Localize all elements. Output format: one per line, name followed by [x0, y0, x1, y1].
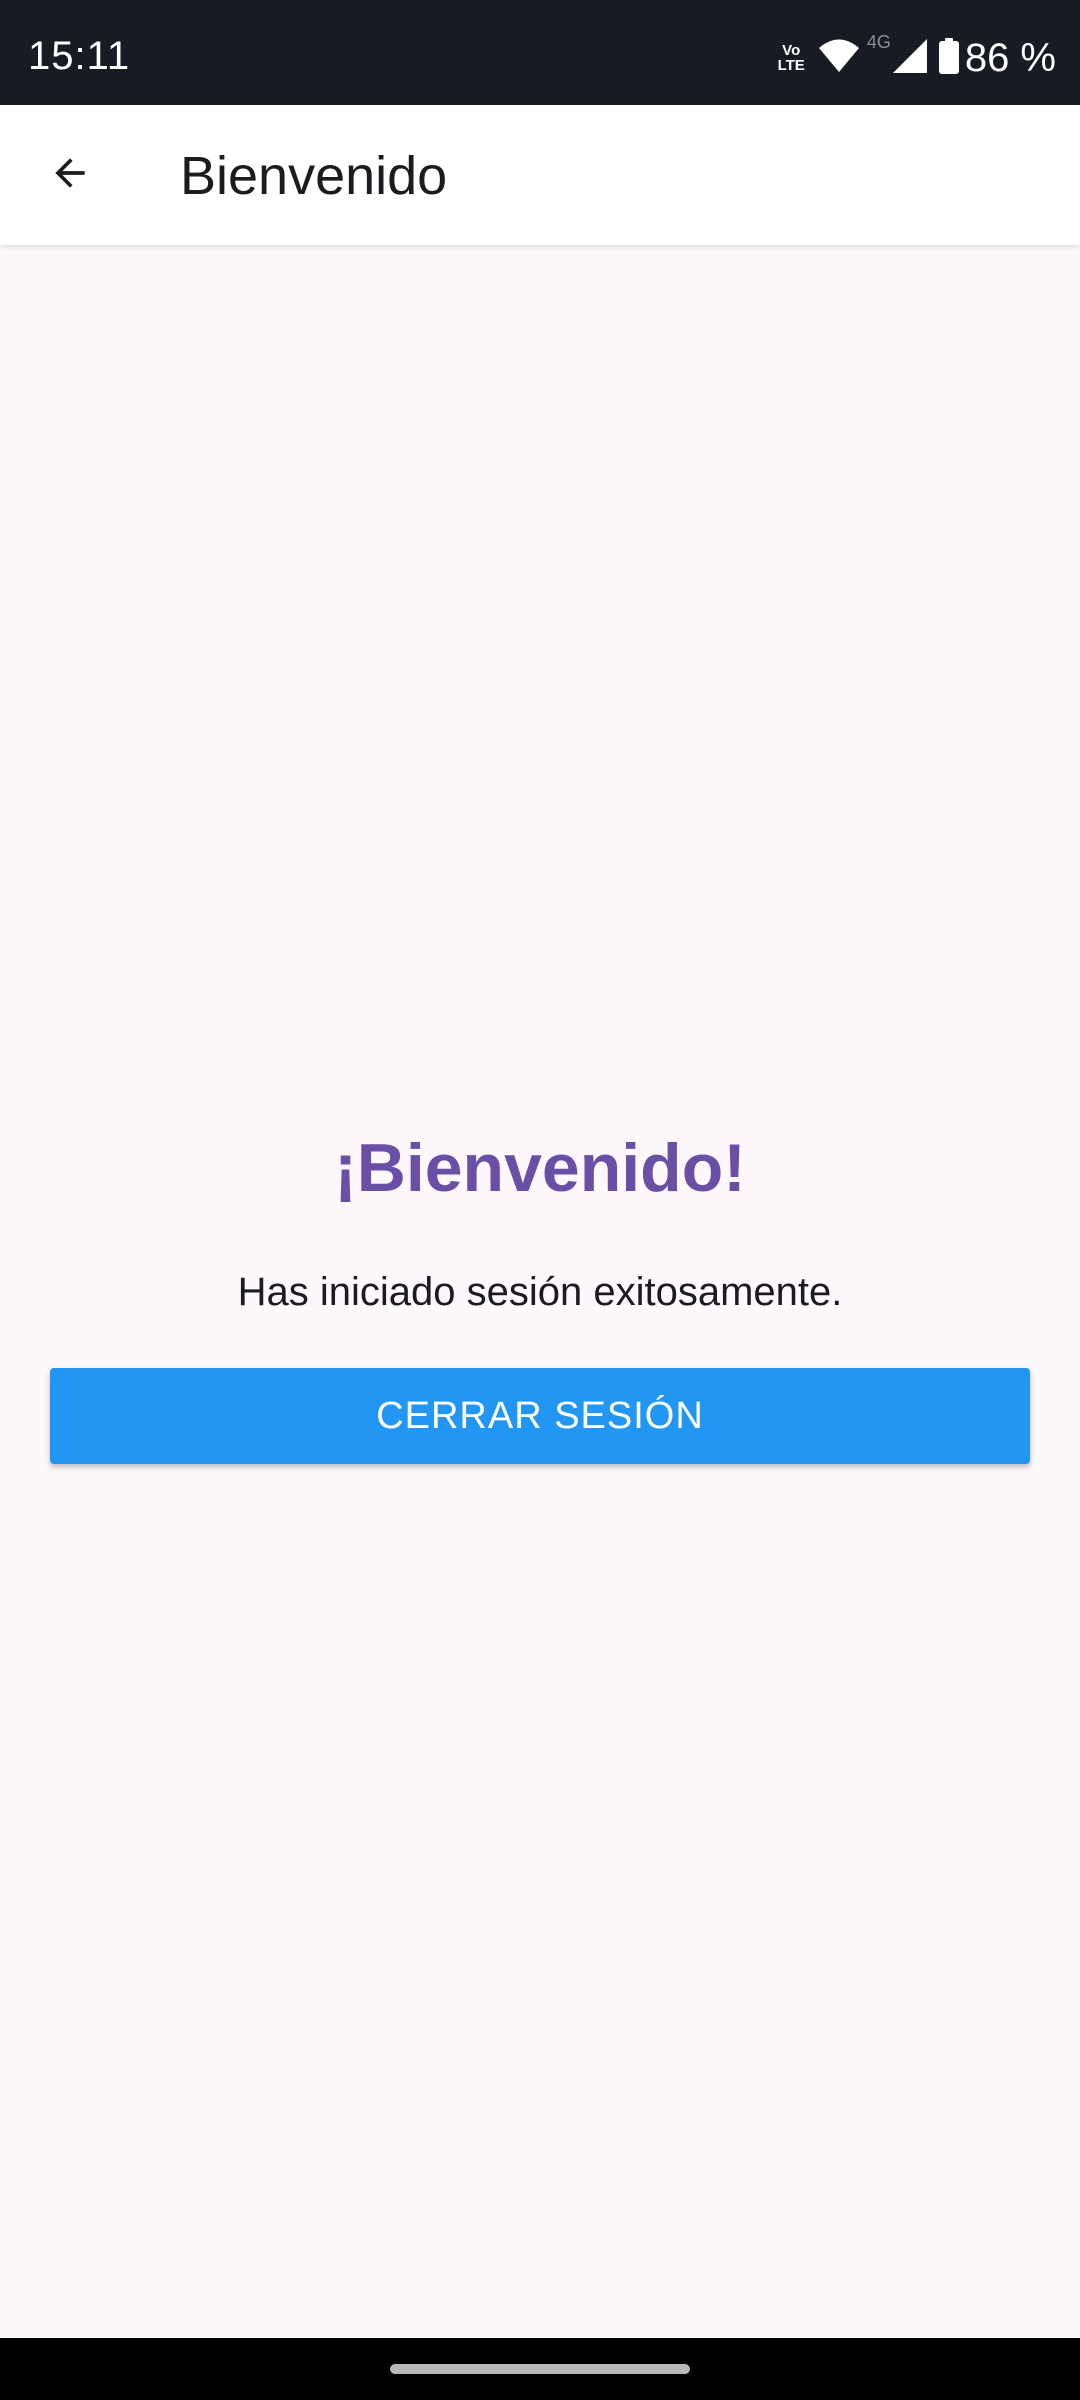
battery-icon — [938, 37, 959, 79]
volte-top-label: Vo — [782, 42, 801, 59]
back-button[interactable] — [30, 135, 110, 215]
volte-bottom-label: LTE — [777, 57, 805, 74]
welcome-message: Has iniciado sesión exitosamente. — [237, 1270, 843, 1314]
status-icons: Vo LTE 4G 86 % — [778, 32, 1056, 80]
welcome-heading: ¡Bienvenido! — [334, 1130, 746, 1206]
app-bar: Bienvenido — [0, 105, 1080, 245]
wifi-icon — [818, 39, 859, 78]
battery-percent: 86 % — [964, 36, 1056, 80]
page-title: Bienvenido — [180, 146, 448, 206]
network-type-label: 4G — [866, 32, 891, 52]
logout-button[interactable]: CERRAR SESIÓN — [50, 1368, 1030, 1464]
home-gesture-handle[interactable] — [390, 2364, 690, 2374]
status-bar: 15:11 Vo LTE 4G 86 % — [0, 0, 1080, 105]
arrow-back-icon — [48, 151, 92, 200]
cell-signal-icon — [892, 38, 927, 78]
status-time: 15:11 — [28, 34, 131, 78]
volte-icon: Vo LTE — [778, 43, 805, 73]
